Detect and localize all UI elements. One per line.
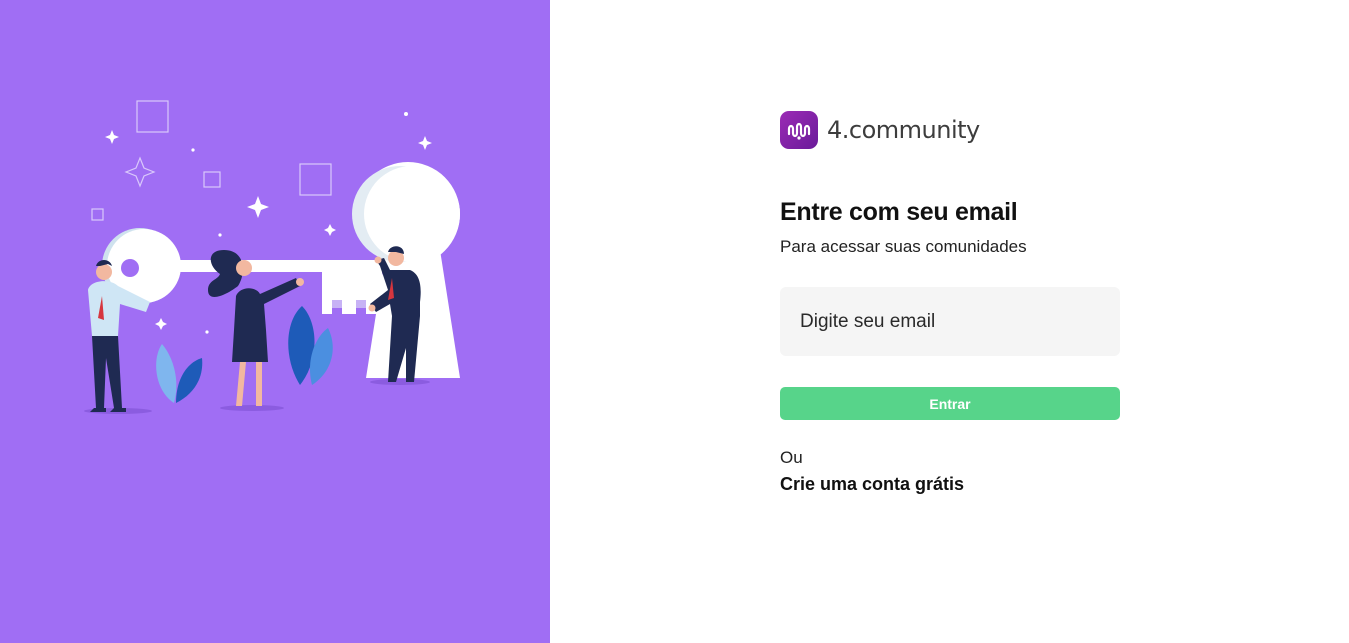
page-subtitle: Para acessar suas comunidades <box>780 237 1027 256</box>
page-title: Entre com seu email <box>780 198 1018 226</box>
brand-logo: 4.community <box>780 110 1120 150</box>
submit-button[interactable]: Entrar <box>780 387 1120 420</box>
login-form: 4.community Entre com seu email Para ace… <box>780 110 1120 495</box>
login-page: 4.community Entre com seu email Para ace… <box>0 0 1349 643</box>
illustration-panel <box>0 0 550 643</box>
email-input[interactable] <box>780 287 1120 356</box>
community-logo-icon <box>780 111 818 149</box>
signup-link[interactable]: Crie uma conta grátis <box>780 474 964 495</box>
people-holding-key-illustration <box>84 100 460 414</box>
brand-name: 4.community <box>827 116 980 144</box>
or-separator: Ou <box>780 448 803 467</box>
login-panel: 4.community Entre com seu email Para ace… <box>550 0 1349 643</box>
